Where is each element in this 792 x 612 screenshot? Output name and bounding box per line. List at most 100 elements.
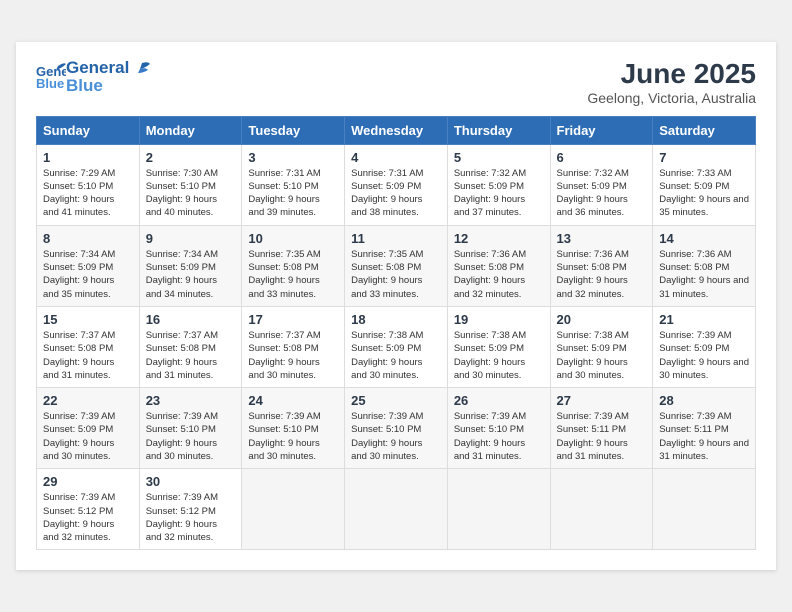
logo-general: General (66, 58, 150, 78)
day-info: Sunrise: 7:32 AMSunset: 5:09 PMDaylight:… (454, 168, 526, 219)
week-row-1: 1 Sunrise: 7:29 AMSunset: 5:10 PMDayligh… (37, 144, 756, 225)
day-number: 15 (43, 312, 133, 327)
logo-icon: General Blue (36, 62, 66, 92)
header-thursday: Thursday (447, 116, 550, 144)
header-tuesday: Tuesday (242, 116, 345, 144)
day-info: Sunrise: 7:37 AMSunset: 5:08 PMDaylight:… (146, 330, 218, 381)
calendar-cell: 5 Sunrise: 7:32 AMSunset: 5:09 PMDayligh… (447, 144, 550, 225)
svg-text:Blue: Blue (36, 76, 64, 91)
calendar-cell: 20 Sunrise: 7:38 AMSunset: 5:09 PMDaylig… (550, 306, 653, 387)
calendar-body: 1 Sunrise: 7:29 AMSunset: 5:10 PMDayligh… (37, 144, 756, 550)
calendar-cell: 3 Sunrise: 7:31 AMSunset: 5:10 PMDayligh… (242, 144, 345, 225)
day-number: 9 (146, 231, 236, 246)
calendar-table: Sunday Monday Tuesday Wednesday Thursday… (36, 116, 756, 551)
day-number: 30 (146, 474, 236, 489)
day-info: Sunrise: 7:38 AMSunset: 5:09 PMDaylight:… (454, 330, 526, 381)
week-row-5: 29 Sunrise: 7:39 AMSunset: 5:12 PMDaylig… (37, 469, 756, 550)
day-info: Sunrise: 7:39 AMSunset: 5:10 PMDaylight:… (351, 411, 423, 462)
day-info: Sunrise: 7:39 AMSunset: 5:09 PMDaylight:… (43, 411, 115, 462)
day-number: 10 (248, 231, 338, 246)
calendar-cell: 13 Sunrise: 7:36 AMSunset: 5:08 PMDaylig… (550, 225, 653, 306)
week-row-2: 8 Sunrise: 7:34 AMSunset: 5:09 PMDayligh… (37, 225, 756, 306)
day-info: Sunrise: 7:32 AMSunset: 5:09 PMDaylight:… (557, 168, 629, 219)
week-row-4: 22 Sunrise: 7:39 AMSunset: 5:09 PMDaylig… (37, 388, 756, 469)
calendar-cell: 17 Sunrise: 7:37 AMSunset: 5:08 PMDaylig… (242, 306, 345, 387)
day-info: Sunrise: 7:38 AMSunset: 5:09 PMDaylight:… (351, 330, 423, 381)
day-info: Sunrise: 7:39 AMSunset: 5:11 PMDaylight:… (659, 411, 749, 462)
day-number: 27 (557, 393, 647, 408)
day-number: 17 (248, 312, 338, 327)
day-info: Sunrise: 7:39 AMSunset: 5:12 PMDaylight:… (43, 492, 115, 543)
day-number: 24 (248, 393, 338, 408)
header-saturday: Saturday (653, 116, 756, 144)
calendar-cell: 7 Sunrise: 7:33 AMSunset: 5:09 PMDayligh… (653, 144, 756, 225)
header-wednesday: Wednesday (345, 116, 448, 144)
calendar-cell (447, 469, 550, 550)
calendar-cell: 24 Sunrise: 7:39 AMSunset: 5:10 PMDaylig… (242, 388, 345, 469)
calendar-cell: 6 Sunrise: 7:32 AMSunset: 5:09 PMDayligh… (550, 144, 653, 225)
day-number: 3 (248, 150, 338, 165)
day-info: Sunrise: 7:36 AMSunset: 5:08 PMDaylight:… (454, 249, 526, 300)
logo-container: General Blue (36, 62, 66, 92)
location-title: Geelong, Victoria, Australia (587, 90, 756, 106)
calendar-cell: 21 Sunrise: 7:39 AMSunset: 5:09 PMDaylig… (653, 306, 756, 387)
calendar-cell: 11 Sunrise: 7:35 AMSunset: 5:08 PMDaylig… (345, 225, 448, 306)
calendar-cell: 19 Sunrise: 7:38 AMSunset: 5:09 PMDaylig… (447, 306, 550, 387)
day-info: Sunrise: 7:39 AMSunset: 5:10 PMDaylight:… (454, 411, 526, 462)
day-number: 18 (351, 312, 441, 327)
day-number: 21 (659, 312, 749, 327)
calendar-cell: 10 Sunrise: 7:35 AMSunset: 5:08 PMDaylig… (242, 225, 345, 306)
day-info: Sunrise: 7:34 AMSunset: 5:09 PMDaylight:… (146, 249, 218, 300)
header-friday: Friday (550, 116, 653, 144)
header-sunday: Sunday (37, 116, 140, 144)
day-info: Sunrise: 7:39 AMSunset: 5:12 PMDaylight:… (146, 492, 218, 543)
calendar-cell: 27 Sunrise: 7:39 AMSunset: 5:11 PMDaylig… (550, 388, 653, 469)
calendar-cell: 30 Sunrise: 7:39 AMSunset: 5:12 PMDaylig… (139, 469, 242, 550)
day-number: 13 (557, 231, 647, 246)
day-info: Sunrise: 7:33 AMSunset: 5:09 PMDaylight:… (659, 168, 749, 219)
calendar-cell: 2 Sunrise: 7:30 AMSunset: 5:10 PMDayligh… (139, 144, 242, 225)
header-row: General Blue General Blue (36, 58, 756, 106)
day-number: 29 (43, 474, 133, 489)
calendar-cell: 28 Sunrise: 7:39 AMSunset: 5:11 PMDaylig… (653, 388, 756, 469)
calendar-cell (653, 469, 756, 550)
day-info: Sunrise: 7:36 AMSunset: 5:08 PMDaylight:… (557, 249, 629, 300)
week-row-3: 15 Sunrise: 7:37 AMSunset: 5:08 PMDaylig… (37, 306, 756, 387)
day-number: 26 (454, 393, 544, 408)
calendar-cell (550, 469, 653, 550)
calendar-cell: 8 Sunrise: 7:34 AMSunset: 5:09 PMDayligh… (37, 225, 140, 306)
day-info: Sunrise: 7:34 AMSunset: 5:09 PMDaylight:… (43, 249, 115, 300)
title-area: June 2025 Geelong, Victoria, Australia (587, 58, 756, 106)
day-number: 6 (557, 150, 647, 165)
day-number: 23 (146, 393, 236, 408)
day-info: Sunrise: 7:39 AMSunset: 5:11 PMDaylight:… (557, 411, 629, 462)
day-info: Sunrise: 7:35 AMSunset: 5:08 PMDaylight:… (248, 249, 320, 300)
day-info: Sunrise: 7:35 AMSunset: 5:08 PMDaylight:… (351, 249, 423, 300)
calendar-cell: 15 Sunrise: 7:37 AMSunset: 5:08 PMDaylig… (37, 306, 140, 387)
day-info: Sunrise: 7:31 AMSunset: 5:10 PMDaylight:… (248, 168, 320, 219)
calendar-cell: 1 Sunrise: 7:29 AMSunset: 5:10 PMDayligh… (37, 144, 140, 225)
logo-blue: Blue (66, 76, 150, 96)
month-title: June 2025 (587, 58, 756, 90)
day-number: 4 (351, 150, 441, 165)
calendar-cell: 18 Sunrise: 7:38 AMSunset: 5:09 PMDaylig… (345, 306, 448, 387)
calendar-cell: 25 Sunrise: 7:39 AMSunset: 5:10 PMDaylig… (345, 388, 448, 469)
logo-area: General Blue General Blue (36, 58, 150, 97)
day-info: Sunrise: 7:37 AMSunset: 5:08 PMDaylight:… (248, 330, 320, 381)
day-info: Sunrise: 7:39 AMSunset: 5:09 PMDaylight:… (659, 330, 749, 381)
calendar-cell: 29 Sunrise: 7:39 AMSunset: 5:12 PMDaylig… (37, 469, 140, 550)
day-info: Sunrise: 7:31 AMSunset: 5:09 PMDaylight:… (351, 168, 423, 219)
day-number: 7 (659, 150, 749, 165)
day-number: 20 (557, 312, 647, 327)
calendar-cell: 4 Sunrise: 7:31 AMSunset: 5:09 PMDayligh… (345, 144, 448, 225)
day-info: Sunrise: 7:39 AMSunset: 5:10 PMDaylight:… (248, 411, 320, 462)
header-monday: Monday (139, 116, 242, 144)
day-info: Sunrise: 7:29 AMSunset: 5:10 PMDaylight:… (43, 168, 115, 219)
day-number: 16 (146, 312, 236, 327)
day-number: 25 (351, 393, 441, 408)
calendar-cell: 14 Sunrise: 7:36 AMSunset: 5:08 PMDaylig… (653, 225, 756, 306)
calendar-cell (345, 469, 448, 550)
day-number: 2 (146, 150, 236, 165)
calendar-cell (242, 469, 345, 550)
weekday-header-row: Sunday Monday Tuesday Wednesday Thursday… (37, 116, 756, 144)
